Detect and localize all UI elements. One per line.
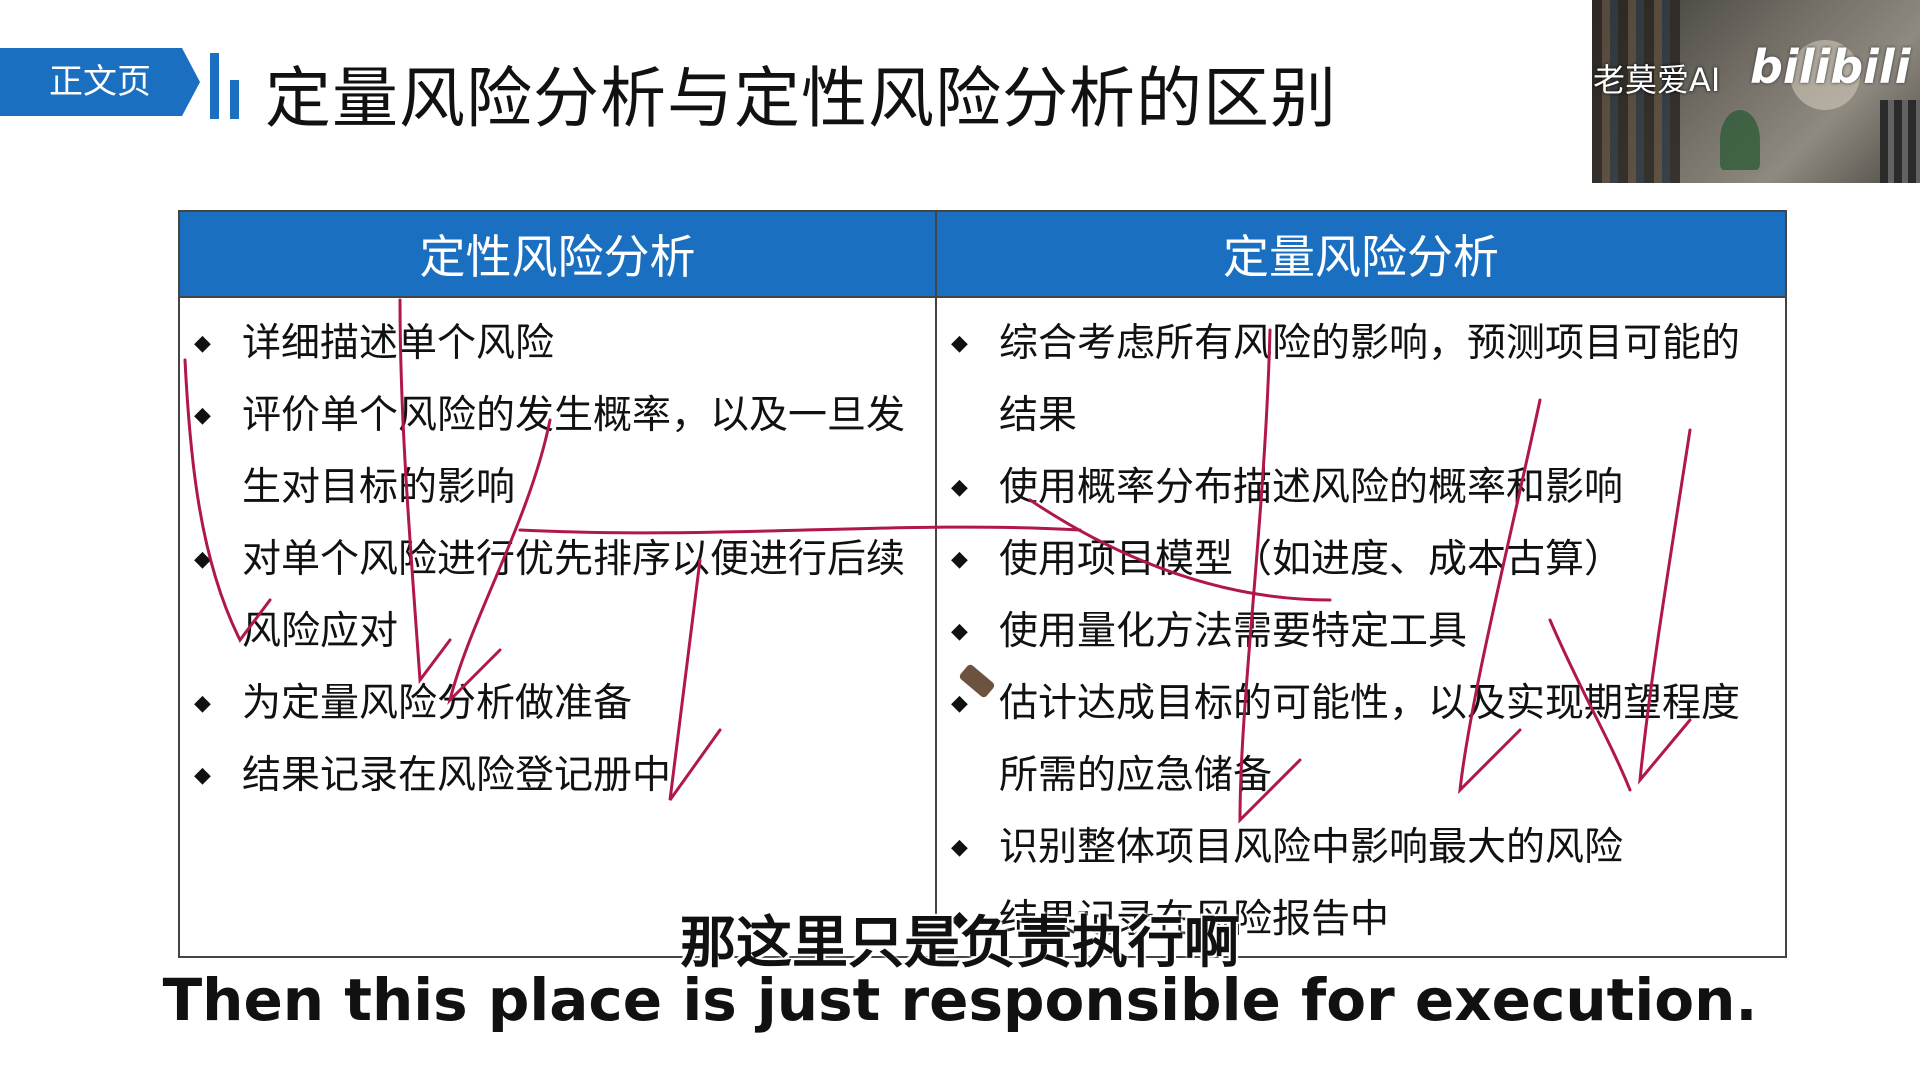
bullet-icon: ◆ (951, 547, 968, 572)
list-item: ◆ 使用量化方法需要特定工具 (951, 596, 1777, 668)
title-accent-bar-1 (210, 53, 219, 119)
list-item: ◆ 识别整体项目风险中影响最大的风险 (951, 812, 1777, 884)
quantitative-list: ◆ 综合考虑所有风险的影响，预测项目可能的结果 ◆ 使用概率分布描述风险的概率和影响… (937, 298, 1785, 956)
list-item: ◆ 使用概率分布描述风险的概率和影响 (951, 452, 1777, 524)
bullet-icon: ◆ (951, 331, 968, 356)
header-qualitative: 定性风险分析 (178, 210, 937, 298)
bullet-icon: ◆ (194, 403, 211, 428)
subtitle-english: Then this place is just responsible for … (162, 966, 1758, 1034)
qualitative-list: ◆ 详细描述单个风险 ◆ 评价单个风险的发生概率，以及一旦发生对目标的影响 ◆ 对单个… (180, 298, 935, 812)
list-item: ◆ 使用项目模型（如进度、成本古算） (951, 524, 1777, 596)
list-item: ◆ 为定量风险分析做准备 (194, 668, 927, 740)
slide-section-tag: 正文页 (0, 48, 200, 116)
page-title: 定量风险分析与定性风险分析的区别 (265, 60, 1337, 137)
video-author-label: 老莫爱AI (1593, 61, 1721, 99)
bullet-icon: ◆ (194, 331, 211, 356)
list-item: ◆ 详细描述单个风险 (194, 308, 927, 380)
list-item: ◆ 综合考虑所有风险的影响，预测项目可能的结果 (951, 308, 1777, 452)
title-accent-bar-2 (230, 80, 239, 119)
list-item: ◆ 对单个风险进行优先排序以便进行后续风险应对 (194, 524, 927, 668)
bullet-icon: ◆ (194, 547, 211, 572)
bullet-icon: ◆ (951, 475, 968, 500)
video-overlay: 老莫爱AI bilibili (1592, 0, 1920, 183)
comparison-table: 定性风险分析 定量风险分析 ◆ 详细描述单个风险 ◆ 评价单个风险的发生概率，以及一… (178, 210, 1787, 958)
bullet-icon: ◆ (194, 691, 211, 716)
list-item: ◆ 评价单个风险的发生概率，以及一旦发生对目标的影响 (194, 380, 927, 524)
quantitative-cell: ◆ 综合考虑所有风险的影响，预测项目可能的结果 ◆ 使用概率分布描述风险的概率和影响… (935, 296, 1787, 958)
list-item: ◆ 结果记录在风险登记册中 (194, 740, 927, 812)
bilibili-logo: bilibili (1750, 40, 1911, 94)
list-item: ◆ 估计达成目标的可能性，以及实现期望程度所需的应急储备 (951, 668, 1777, 812)
bullet-icon: ◆ (951, 691, 968, 716)
qualitative-cell: ◆ 详细描述单个风险 ◆ 评价单个风险的发生概率，以及一旦发生对目标的影响 ◆ 对单个… (178, 296, 937, 958)
bookshelf-image-right (1880, 100, 1920, 183)
header-quantitative: 定量风险分析 (935, 210, 1787, 298)
bullet-icon: ◆ (951, 619, 968, 644)
bullet-icon: ◆ (194, 763, 211, 788)
bullet-icon: ◆ (951, 835, 968, 860)
plant-image (1720, 110, 1760, 170)
